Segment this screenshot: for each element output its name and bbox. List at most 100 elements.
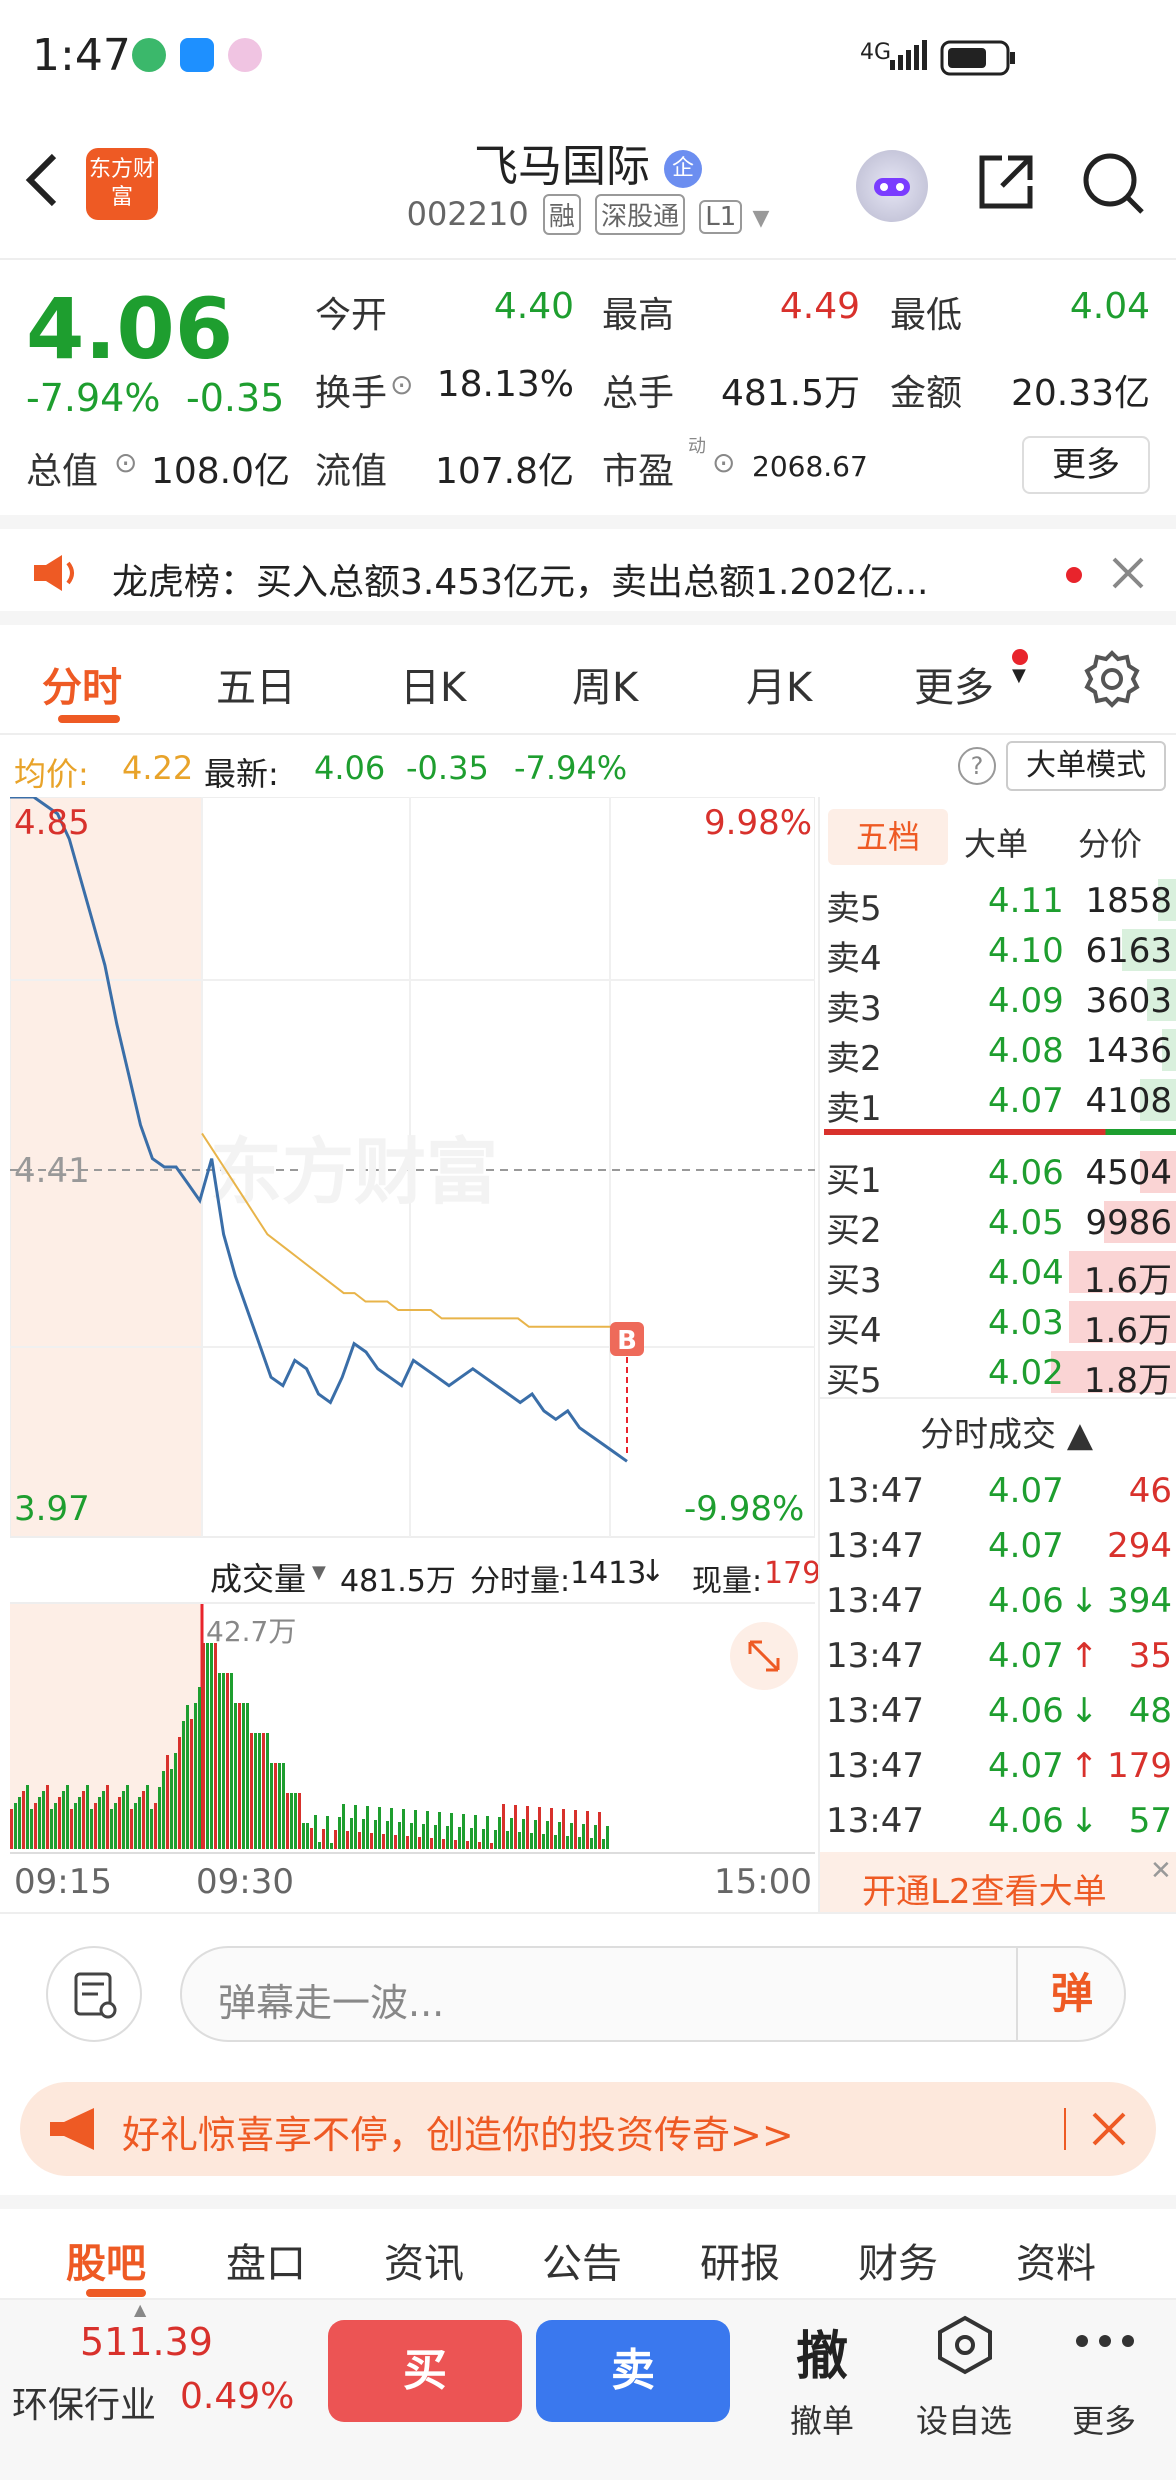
intraday-chart[interactable]: 东方财富 B 4.85 4.41 3.97 9.98% -9.98% (9, 795, 816, 1542)
pct-top-label: 9.98% (704, 803, 813, 843)
ob-tab-five-level[interactable]: 五档 (828, 809, 948, 865)
tab-research[interactable]: 研报 (700, 2231, 780, 2289)
amount-label: 金额 (890, 373, 963, 414)
volume-bar (442, 1839, 445, 1849)
now-volume-label: 现量: (692, 1564, 763, 1599)
turnover-label: 换手 (315, 373, 388, 414)
network-label: 4G (860, 40, 892, 65)
promo-text[interactable]: 好礼惊喜享不停，创造你的投资传奇>> (122, 2104, 794, 2159)
volume-bar (286, 1793, 289, 1849)
tab-profile[interactable]: 资料 (1016, 2231, 1096, 2289)
tab-level2[interactable]: 盘口 (226, 2231, 306, 2289)
assistant-avatar[interactable] (856, 150, 928, 222)
close-icon[interactable]: ✕ (1150, 1856, 1172, 1886)
industry-pct[interactable]: 0.49% (180, 2376, 294, 2417)
cancel-icon[interactable]: 撤 (796, 2314, 848, 2389)
news-ticker[interactable]: 龙虎榜：买入总额3.453亿元，卖出总额1.202亿... (0, 515, 1176, 625)
ask-row[interactable]: 卖1 4.07 4108 (820, 1075, 1176, 1129)
volume-bar (322, 1829, 325, 1849)
share-icon[interactable] (974, 150, 1038, 218)
watchlist-icon[interactable] (934, 2314, 996, 2380)
close-icon[interactable] (1090, 2110, 1128, 2152)
industry-name[interactable]: 环保行业 (12, 2376, 156, 2428)
ob-tab-large-order[interactable]: 大单 (964, 819, 1028, 865)
large-order-mode-button[interactable]: 大单模式 (1006, 741, 1166, 791)
tab-finance[interactable]: 财务 (858, 2231, 938, 2289)
volume-bar (226, 1673, 229, 1849)
tab-intraday[interactable]: 分时 (42, 655, 122, 713)
ob-tab-price-dist[interactable]: 分价 (1078, 819, 1142, 865)
sell-button[interactable]: 卖 (536, 2320, 730, 2422)
volume-bar (106, 1785, 109, 1849)
note-icon[interactable] (46, 1946, 142, 2042)
volume-bar (174, 1753, 177, 1849)
volume-bar (574, 1810, 577, 1849)
tab-announcements[interactable]: 公告 (542, 2231, 622, 2289)
tab-weekly-k[interactable]: 周K (572, 655, 638, 713)
volume-bar (10, 1809, 13, 1849)
info-icon[interactable]: ⊙ (712, 446, 735, 479)
more-button[interactable]: 更多 (1022, 436, 1150, 494)
volume-dropdown-icon[interactable]: ▼ (312, 1562, 326, 1583)
divider (1064, 2108, 1066, 2150)
trade-row: 13:47 4.07 294 (820, 1522, 1176, 1572)
tab-five-day[interactable]: 五日 (216, 655, 296, 713)
close-icon[interactable] (1110, 555, 1146, 595)
volume-bar (122, 1791, 125, 1849)
expand-icon[interactable] (730, 1622, 798, 1690)
watchlist-label[interactable]: 设自选 (916, 2396, 1012, 2442)
volume-bar (522, 1819, 525, 1849)
volume-bar (110, 1809, 113, 1849)
volume-bar (486, 1816, 489, 1849)
latest-change-pct: -7.94% (514, 749, 628, 787)
info-icon[interactable]: ⊙ (114, 446, 137, 479)
promo-banner[interactable]: 好礼惊喜享不停，创造你的投资传奇>> (20, 2082, 1156, 2176)
bid-row[interactable]: 买3 4.04 1.6万 (820, 1247, 1176, 1301)
more-label[interactable]: 更多 (1072, 2396, 1136, 2442)
ask-row[interactable]: 卖3 4.09 3603 (820, 975, 1176, 1029)
l2-link-bar[interactable]: 开通L2查看大单 ✕ (820, 1852, 1176, 1912)
volume-bar (586, 1811, 589, 1849)
settings-icon[interactable] (1082, 649, 1142, 713)
buy-button[interactable]: 买 (328, 2320, 522, 2422)
level-label: 卖1 (826, 1089, 882, 1129)
volume-label[interactable]: 成交量 (210, 1554, 306, 1600)
search-icon[interactable] (1080, 150, 1146, 220)
volume-bar (438, 1812, 441, 1849)
news-text[interactable]: 龙虎榜：买入总额3.453亿元，卖出总额1.202亿... (112, 553, 928, 605)
tab-forum[interactable]: 股吧 (66, 2231, 146, 2289)
dropdown-icon[interactable]: ▼ (752, 206, 769, 231)
volume-bar (458, 1827, 461, 1849)
tab-daily-k[interactable]: 日K (400, 655, 466, 713)
level-volume: 4504 (1085, 1153, 1172, 1193)
tab-more[interactable]: 更多 (914, 655, 994, 713)
stock-code: 002210 (406, 195, 529, 233)
l2-link-text[interactable]: 开通L2查看大单 (862, 1864, 1107, 1913)
bid-row[interactable]: 买2 4.05 9986 (820, 1197, 1176, 1251)
danmaku-icon[interactable]: 弹 (1016, 1948, 1126, 2040)
ask-row[interactable]: 卖2 4.08 1436 (820, 1025, 1176, 1079)
volume-bar (254, 1733, 257, 1849)
cancel-label[interactable]: 撤单 (790, 2396, 854, 2442)
tab-monthly-k[interactable]: 月K (746, 655, 812, 713)
more-dots-icon[interactable] (1074, 2326, 1136, 2360)
trades-title[interactable]: 分时成交 ▲ (920, 1407, 1093, 1456)
help-icon[interactable]: ? (958, 747, 996, 785)
volume-bar (298, 1793, 301, 1849)
search-app-icon (180, 38, 214, 72)
bid-row[interactable]: 买5 4.02 1.8万 (820, 1347, 1176, 1401)
volume-bar (538, 1807, 541, 1849)
time-label-open: 09:30 (196, 1862, 294, 1902)
volume-bar (550, 1808, 553, 1849)
bid-row[interactable]: 买1 4.06 4504 (820, 1147, 1176, 1201)
volume-bar (86, 1785, 89, 1849)
volume-chart[interactable]: 42.7万 (10, 1604, 815, 1852)
info-icon[interactable]: ⊙ (390, 368, 413, 401)
volume-bar (326, 1816, 329, 1849)
ask-row[interactable]: 卖4 4.10 6163 (820, 925, 1176, 979)
tab-news[interactable]: 资讯 (384, 2231, 464, 2289)
bid-row[interactable]: 买4 4.03 1.6万 (820, 1297, 1176, 1351)
industry-index-value[interactable]: 511.39 (80, 2320, 213, 2364)
comment-input[interactable]: 弹幕走一波... 弹 (180, 1946, 1126, 2042)
ask-row[interactable]: 卖5 4.11 1858 (820, 875, 1176, 929)
